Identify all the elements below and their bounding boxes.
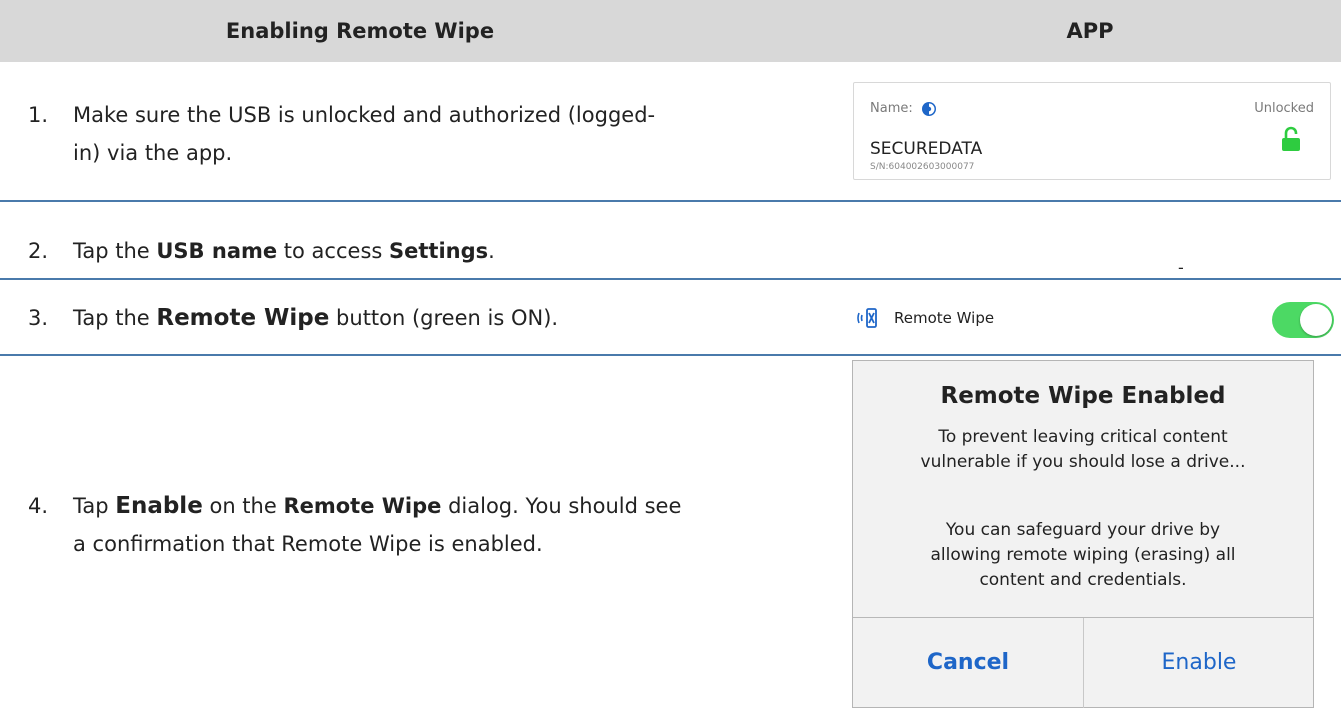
- usb-device-card[interactable]: Name: Unlocked SECUREDATA S/N:6040026030…: [853, 82, 1331, 180]
- remote-wipe-toggle[interactable]: [1272, 302, 1334, 338]
- dialog-text-line: content and credentials.: [979, 570, 1187, 590]
- step-text: Tap the: [73, 239, 157, 263]
- step-3: 3. Tap the Remote Wipe button (green is O…: [28, 299, 558, 337]
- step-number: 1.: [28, 103, 49, 127]
- name-label: Name:: [870, 101, 913, 116]
- lock-status-label: Unlocked: [1254, 101, 1314, 116]
- step-text: dialog. You should see: [441, 494, 682, 518]
- info-toggle-icon[interactable]: [921, 101, 937, 117]
- remote-wipe-dialog: Remote Wipe Enabled To prevent leaving c…: [852, 360, 1314, 708]
- cancel-button[interactable]: Cancel: [853, 618, 1083, 708]
- step-4: 4. Tap Enable on the Remote Wipe dialog. …: [28, 487, 681, 563]
- app-column-title: APP: [1066, 19, 1114, 43]
- step-text: Tap the: [73, 306, 157, 330]
- dialog-text-line: allowing remote wiping (erasing) all: [930, 545, 1236, 565]
- row-divider: [0, 278, 1341, 280]
- table-header: Enabling Remote Wipe APP: [0, 0, 1341, 62]
- step-text: Tap: [73, 494, 116, 518]
- step-1: 1. Make sure the USB is unlocked and auth…: [28, 96, 655, 172]
- step-text: to access: [277, 239, 389, 263]
- dialog-message: To prevent leaving critical content vuln…: [853, 425, 1313, 475]
- remote-wipe-icon: [857, 308, 877, 328]
- dialog-title: Remote Wipe Enabled: [940, 383, 1226, 409]
- step-emphasis: Settings: [389, 239, 489, 263]
- step-text: .: [488, 239, 495, 263]
- row-divider: [0, 200, 1341, 202]
- dialog-text-line: To prevent leaving critical content: [938, 427, 1228, 447]
- serial-number: S/N:604002603000077: [870, 162, 975, 172]
- step-text: on the: [202, 494, 284, 518]
- step-number: 4.: [28, 494, 49, 518]
- step-2-placeholder: -: [1178, 258, 1184, 277]
- step-text: button (green is ON).: [329, 306, 559, 330]
- step-emphasis: Remote Wipe: [156, 305, 330, 331]
- toggle-knob: [1300, 304, 1332, 336]
- remote-wipe-label: Remote Wipe: [894, 309, 995, 327]
- usb-device-name[interactable]: SECUREDATA: [870, 139, 982, 159]
- step-number: 3.: [28, 306, 49, 330]
- step-text: Make sure the USB is unlocked and author…: [73, 103, 656, 127]
- dialog-text-line: You can safeguard your drive by: [945, 520, 1221, 540]
- instructions-column-title: Enabling Remote Wipe: [225, 19, 495, 43]
- step-emphasis: USB name: [156, 239, 278, 263]
- step-emphasis: Remote Wipe: [283, 494, 442, 518]
- step-2: 2. Tap the USB name to access Settings.: [28, 232, 495, 270]
- unlocked-padlock-icon: [1282, 126, 1300, 151]
- step-text-continued: in) via the app.: [73, 141, 233, 165]
- step-number: 2.: [28, 239, 49, 263]
- step-text-continued: a confirmation that Remote Wipe is enabl…: [73, 532, 543, 556]
- step-emphasis: Enable: [115, 493, 203, 519]
- dialog-text-line: vulnerable if you should lose a drive...: [920, 452, 1246, 472]
- dialog-message-detail: You can safeguard your drive by allowing…: [853, 518, 1313, 593]
- remote-wipe-setting-row[interactable]: Remote Wipe: [852, 294, 1341, 344]
- row-divider: [0, 354, 1341, 356]
- enable-button[interactable]: Enable: [1084, 618, 1314, 708]
